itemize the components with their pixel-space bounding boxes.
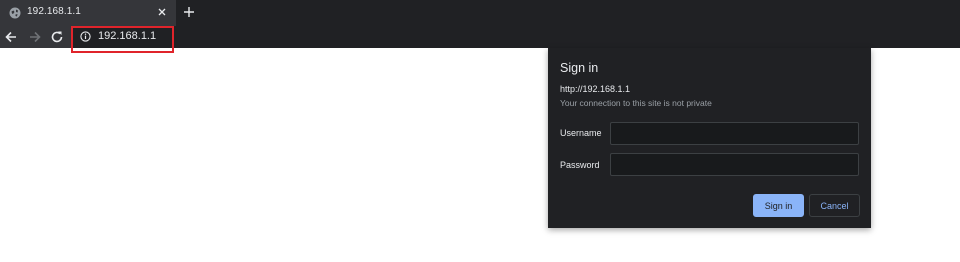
password-field[interactable] bbox=[610, 153, 859, 176]
arrow-right-icon[interactable] bbox=[28, 30, 42, 44]
dialog-title: Sign in bbox=[560, 61, 599, 75]
username-label: Username bbox=[560, 128, 602, 138]
dialog-origin: http://192.168.1.1 bbox=[560, 84, 631, 94]
tab-title: 192.168.1.1 bbox=[27, 6, 81, 17]
close-icon[interactable] bbox=[156, 6, 168, 18]
plus-icon[interactable] bbox=[182, 5, 196, 19]
sign-in-dialog: Sign in http://192.168.1.1 Your connecti… bbox=[548, 48, 871, 228]
reload-icon[interactable] bbox=[50, 30, 64, 44]
address-bar[interactable]: 192.168.1.1 bbox=[72, 26, 960, 48]
arrow-left-icon[interactable] bbox=[4, 30, 18, 44]
globe-icon bbox=[9, 7, 21, 19]
sign-in-button[interactable]: Sign in bbox=[753, 194, 804, 217]
browser-tab[interactable]: 192.168.1.1 bbox=[0, 0, 176, 26]
cancel-button[interactable]: Cancel bbox=[809, 194, 860, 217]
address-highlight-box bbox=[71, 26, 174, 53]
privacy-warning: Your connection to this site is not priv… bbox=[560, 98, 712, 108]
password-label: Password bbox=[560, 160, 600, 170]
username-field[interactable] bbox=[610, 122, 859, 145]
tab-strip: 192.168.1.1 bbox=[0, 0, 960, 26]
